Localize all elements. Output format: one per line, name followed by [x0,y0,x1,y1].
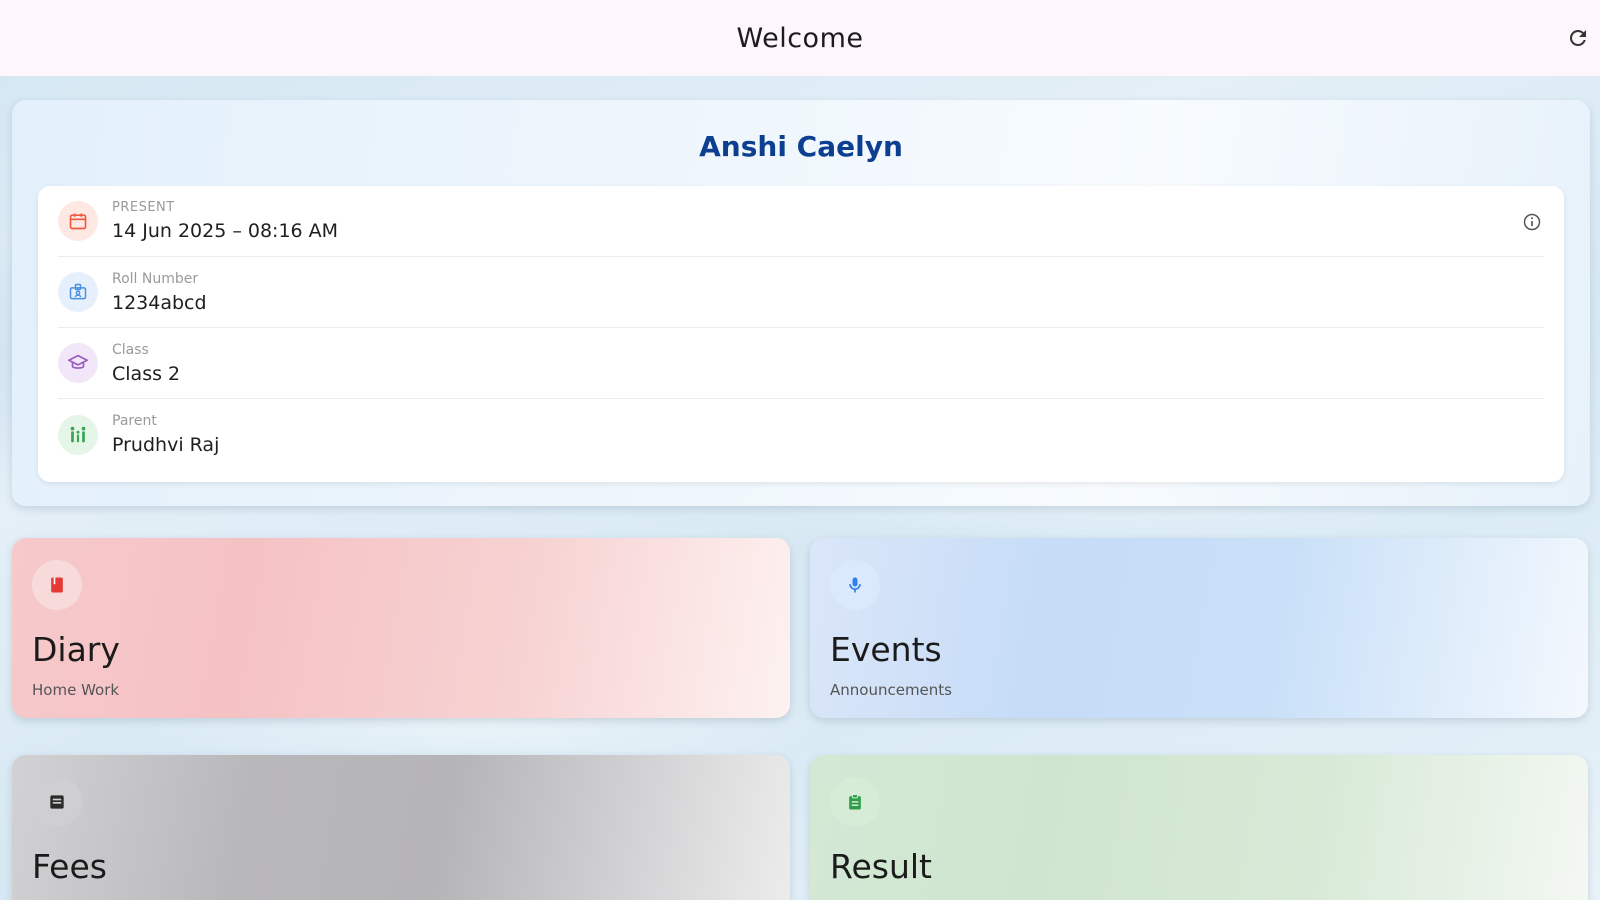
attendance-row: PRESENT 14 Jun 2025 – 08:16 AM [58,186,1544,257]
info-button[interactable] [1520,210,1544,234]
fees-title: Fees [32,847,107,886]
parent-label: Parent [112,413,157,429]
family-icon [58,414,98,455]
app-bar: Welcome [0,0,1600,76]
attendance-label: PRESENT [112,200,175,215]
result-tile[interactable]: Result [810,755,1588,900]
info-icon [1523,213,1541,231]
roll-number-value: 1234abcd [112,291,207,314]
class-value: Class 2 [112,362,181,385]
parent-value: Prudhvi Raj [112,434,220,456]
events-tile[interactable]: Events Announcements [810,538,1588,718]
result-title: Result [830,847,932,886]
calendar-icon [58,201,98,241]
events-title: Events [830,630,942,669]
graduation-cap-icon [58,343,98,383]
roll-number-row: Roll Number 1234abcd [58,257,1544,328]
diary-subtitle: Home Work [32,681,120,699]
badge-icon [58,272,98,312]
class-row: Class Class 2 [58,328,1544,399]
roll-number-label: Roll Number [112,270,199,287]
class-label: Class [112,341,149,358]
student-profile-card: Anshi Caelyn PRESENT 14 Jun 2025 – 08:16… [12,100,1590,506]
refresh-icon [1569,29,1586,46]
fees-tile[interactable]: Fees [12,755,790,900]
clipboard-icon [830,777,880,827]
receipt-icon [32,777,82,827]
parent-row: Parent Prudhvi Raj [58,399,1544,470]
diary-tile[interactable]: Diary Home Work [12,538,790,718]
student-info-panel: PRESENT 14 Jun 2025 – 08:16 AM Roll Numb… [38,186,1564,482]
student-name: Anshi Caelyn [699,130,903,163]
diary-title: Diary [32,630,120,669]
attendance-value: 14 Jun 2025 – 08:16 AM [112,220,339,242]
refresh-button[interactable] [1564,24,1592,52]
events-subtitle: Announcements [830,681,952,699]
book-icon [32,560,82,610]
microphone-icon [830,560,880,610]
page-title: Welcome [736,22,864,54]
